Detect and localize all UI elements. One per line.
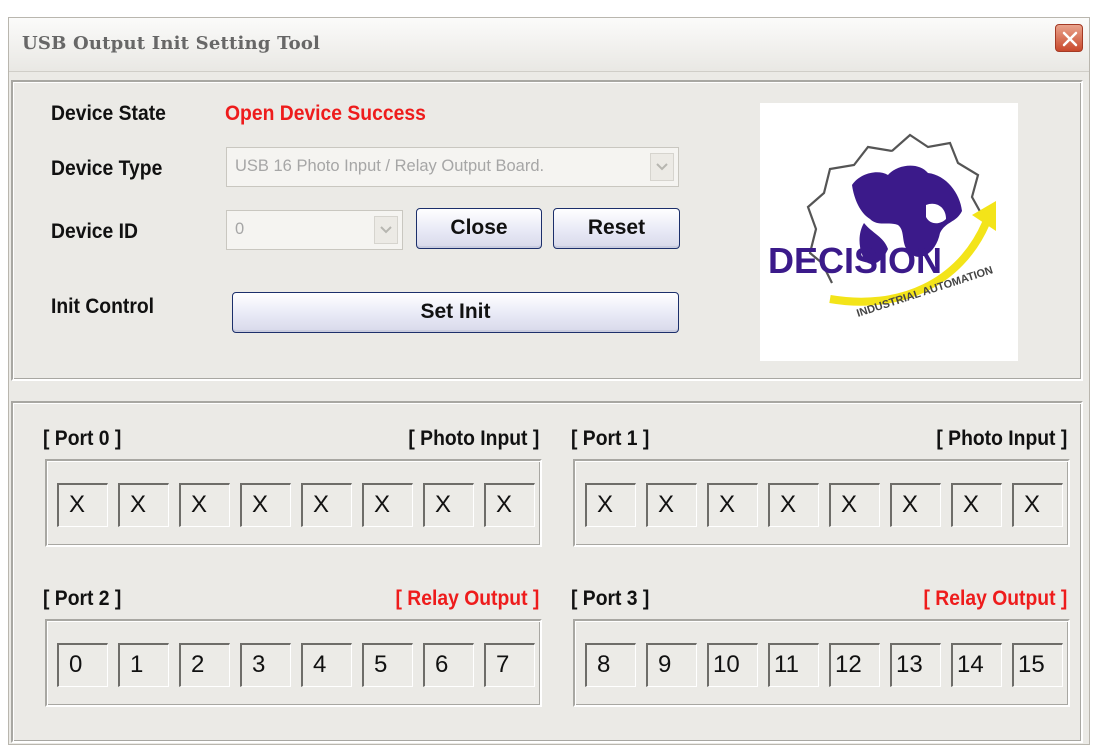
relay-output-14[interactable]: 14 xyxy=(951,643,1002,687)
port-0-group: X X X X X X X X xyxy=(45,459,542,547)
device-state-label: Device State xyxy=(51,102,166,125)
ports-panel: [ Port 0 ] [ Photo Input ] X X X X X X X… xyxy=(11,401,1083,743)
relay-output-12[interactable]: 12 xyxy=(829,643,880,687)
relay-output-10[interactable]: 10 xyxy=(707,643,758,687)
set-init-button[interactable]: Set Init xyxy=(232,292,679,333)
relay-output-6[interactable]: 6 xyxy=(423,643,474,687)
device-id-dropdown-button[interactable] xyxy=(374,216,398,244)
port-0-bit: X xyxy=(240,483,291,527)
port-2-label: [ Port 2 ] xyxy=(43,587,122,610)
relay-output-2[interactable]: 2 xyxy=(179,643,230,687)
relay-output-4[interactable]: 4 xyxy=(301,643,352,687)
port-2-type: [ Relay Output ] xyxy=(395,587,539,610)
port-1-group: X X X X X X X X xyxy=(573,459,1070,547)
port-0-bit: X xyxy=(57,483,108,527)
port-0-bit: X xyxy=(484,483,535,527)
chevron-down-icon xyxy=(380,226,392,234)
chevron-down-icon xyxy=(656,163,668,171)
close-button[interactable]: Close xyxy=(416,208,542,249)
close-icon xyxy=(1062,31,1078,47)
port-3-group: 8 9 10 11 12 13 14 15 xyxy=(573,619,1070,707)
relay-output-3[interactable]: 3 xyxy=(240,643,291,687)
port-0-cells: X X X X X X X X xyxy=(57,483,545,527)
port-1-bit: X xyxy=(951,483,1002,527)
company-logo-icon: DECISION INDUSTRIAL AUTOMATION xyxy=(768,133,996,320)
port-2-group: 0 1 2 3 4 5 6 7 xyxy=(45,619,542,707)
device-type-value: USB 16 Photo Input / Relay Output Board. xyxy=(235,157,545,175)
reset-button[interactable]: Reset xyxy=(553,208,680,249)
port-0-label: [ Port 0 ] xyxy=(43,427,122,450)
relay-output-15[interactable]: 15 xyxy=(1012,643,1063,687)
device-id-select[interactable]: 0 xyxy=(226,210,403,250)
port-0-type: [ Photo Input ] xyxy=(408,427,539,450)
port-2-cells: 0 1 2 3 4 5 6 7 xyxy=(57,643,545,687)
port-0-bit: X xyxy=(118,483,169,527)
port-0-bit: X xyxy=(423,483,474,527)
port-1-bit: X xyxy=(829,483,880,527)
title-bar: USB Output Init Setting Tool xyxy=(9,18,1089,72)
device-type-dropdown-button[interactable] xyxy=(650,153,674,181)
relay-output-8[interactable]: 8 xyxy=(585,643,636,687)
init-control-label: Init Control xyxy=(51,295,155,318)
relay-output-11[interactable]: 11 xyxy=(768,643,819,687)
port-3-cells: 8 9 10 11 12 13 14 15 xyxy=(585,643,1073,687)
relay-output-5[interactable]: 5 xyxy=(362,643,413,687)
relay-output-9[interactable]: 9 xyxy=(646,643,697,687)
device-id-label: Device ID xyxy=(51,220,138,243)
port-0-bit: X xyxy=(362,483,413,527)
port-1-bit: X xyxy=(646,483,697,527)
port-1-bit: X xyxy=(890,483,941,527)
port-1-bit: X xyxy=(768,483,819,527)
device-state-value: Open Device Success xyxy=(225,102,426,125)
port-1-label: [ Port 1 ] xyxy=(571,427,650,450)
port-3-type: [ Relay Output ] xyxy=(923,587,1067,610)
relay-output-13[interactable]: 13 xyxy=(890,643,941,687)
logo-brand-text: DECISION xyxy=(768,240,942,281)
relay-output-1[interactable]: 1 xyxy=(118,643,169,687)
port-0-bit: X xyxy=(179,483,230,527)
app-window: USB Output Init Setting Tool Device Stat… xyxy=(8,17,1090,745)
window-close-button[interactable] xyxy=(1055,24,1083,52)
port-3-label: [ Port 3 ] xyxy=(571,587,650,610)
device-id-value: 0 xyxy=(235,220,245,238)
port-1-type: [ Photo Input ] xyxy=(936,427,1067,450)
device-type-label: Device Type xyxy=(51,157,163,180)
decision-logo: DECISION INDUSTRIAL AUTOMATION xyxy=(760,103,1018,361)
device-type-select[interactable]: USB 16 Photo Input / Relay Output Board. xyxy=(226,147,679,187)
relay-output-0[interactable]: 0 xyxy=(57,643,108,687)
port-1-bit: X xyxy=(585,483,636,527)
window-title: USB Output Init Setting Tool xyxy=(22,33,321,54)
device-panel: Device State Open Device Success Device … xyxy=(11,80,1083,381)
relay-output-7[interactable]: 7 xyxy=(484,643,535,687)
port-1-bit: X xyxy=(707,483,758,527)
port-0-bit: X xyxy=(301,483,352,527)
port-1-bit: X xyxy=(1012,483,1063,527)
port-1-cells: X X X X X X X X xyxy=(585,483,1073,527)
